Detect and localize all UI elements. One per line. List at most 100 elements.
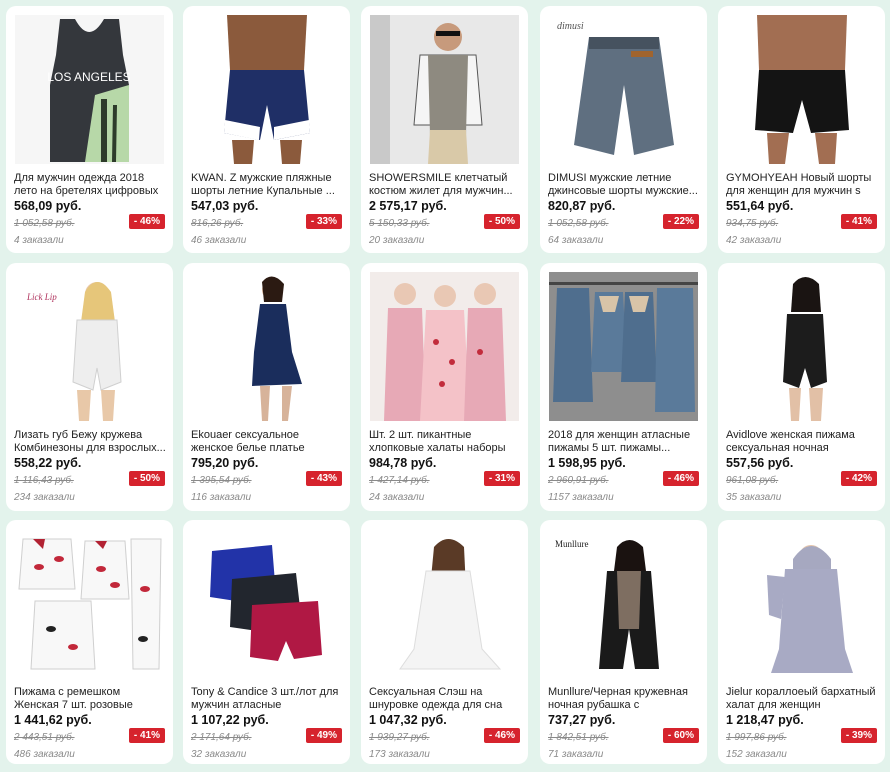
- orders-count: 46 заказали: [191, 235, 247, 246]
- satin-pajama-set-image[interactable]: [549, 272, 698, 421]
- product-title[interactable]: GYMOHYEAH Новый шорты для женщин для муж…: [726, 172, 878, 198]
- old-price: 5 150,33 руб.: [369, 218, 430, 229]
- product-price: 1 218,47 руб.: [726, 713, 804, 727]
- product-title[interactable]: 2018 для женщин атласные пижамы 5 шт. пи…: [548, 429, 700, 455]
- black-shorts-image[interactable]: [727, 15, 876, 164]
- svg-text:dimusi: dimusi: [557, 21, 584, 32]
- discount-badge: - 41%: [128, 728, 165, 743]
- product-title[interactable]: Jielur кораллоеый бархатный халат для же…: [726, 686, 878, 712]
- discount-badge: - 39%: [840, 728, 877, 743]
- old-price: 1 427,14 руб.: [369, 475, 430, 486]
- product-price: 1 047,32 руб.: [369, 713, 447, 727]
- product-card[interactable]: Пижама с ремешком Женская 7 шт. розовые …: [6, 520, 173, 764]
- product-price: 820,87 руб.: [548, 199, 616, 213]
- silk-boxers-image[interactable]: [192, 529, 341, 678]
- product-price: 795,20 руб.: [191, 456, 259, 470]
- orders-count: 20 заказали: [369, 235, 425, 246]
- old-price: 1 395,54 руб.: [191, 475, 252, 486]
- product-title[interactable]: Шт. 2 шт. пикантные хлопковые халаты наб…: [369, 429, 521, 455]
- product-price: 737,27 руб.: [548, 713, 616, 727]
- old-price: 961,08 руб.: [726, 475, 779, 486]
- orders-count: 71 заказали: [548, 749, 604, 760]
- discount-badge: - 46%: [662, 471, 699, 486]
- product-card[interactable]: Tony & Candice 3 шт./лот для мужчин атла…: [183, 520, 350, 764]
- product-title[interactable]: Avidlove женская пижама сексуальная ночн…: [726, 429, 878, 455]
- discount-badge: - 41%: [840, 214, 877, 229]
- old-price: 1 052,58 руб.: [548, 218, 609, 229]
- product-price: 557,56 руб.: [726, 456, 794, 470]
- svg-text:Munllure: Munllure: [555, 539, 589, 549]
- product-card[interactable]: Ekouaer сексуальное женское белье платье…: [183, 263, 350, 511]
- discount-badge: - 46%: [483, 728, 520, 743]
- orders-count: 1157 заказали: [548, 492, 614, 503]
- discount-badge: - 42%: [840, 471, 877, 486]
- white-romper-image[interactable]: Lick Lip: [15, 272, 164, 421]
- orders-count: 64 заказали: [548, 235, 604, 246]
- product-card[interactable]: Шт. 2 шт. пикантные хлопковые халаты наб…: [361, 263, 528, 511]
- product-title[interactable]: Ekouaer сексуальное женское белье платье…: [191, 429, 343, 455]
- product-card[interactable]: Сексуальная Слэш на шнуровке одежда для …: [361, 520, 528, 764]
- product-card[interactable]: Jielur кораллоеый бархатный халат для же…: [718, 520, 885, 764]
- product-title[interactable]: SHOWERSMILE клетчатый костюм жилет для м…: [369, 172, 521, 198]
- lips-pajama-set-image[interactable]: [15, 529, 164, 678]
- product-card[interactable]: SHOWERSMILE клетчатый костюм жилет для м…: [361, 6, 528, 253]
- old-price: 2 443,51 руб.: [14, 732, 75, 743]
- product-price: 1 441,62 руб.: [14, 713, 92, 727]
- product-card[interactable]: dimusi DIMUSI мужские летние джинсовые ш…: [540, 6, 707, 253]
- product-price: 551,64 руб.: [726, 199, 794, 213]
- denim-shorts-image[interactable]: dimusi: [549, 15, 698, 164]
- old-price: 1 842,51 руб.: [548, 732, 609, 743]
- old-price: 1 052,58 руб.: [14, 218, 75, 229]
- product-card[interactable]: Lick Lip Лизать губ Бежу кружева Комбине…: [6, 263, 173, 511]
- orders-count: 42 заказали: [726, 235, 782, 246]
- product-price: 1 107,22 руб.: [191, 713, 269, 727]
- black-satin-romper-image[interactable]: [727, 272, 876, 421]
- pink-robes-image[interactable]: [370, 272, 519, 421]
- white-nightgown-image[interactable]: [370, 529, 519, 678]
- product-card[interactable]: Avidlove женская пижама сексуальная ночн…: [718, 263, 885, 511]
- orders-count: 4 заказали: [14, 235, 64, 246]
- product-price: 2 575,17 руб.: [369, 199, 447, 213]
- product-title[interactable]: Munllure/Черная кружевная ночная рубашка…: [548, 686, 700, 712]
- product-card[interactable]: LOS ANGELES Для мужчин одежда 2018 лето …: [6, 6, 173, 253]
- product-card[interactable]: 2018 для женщин атласные пижамы 5 шт. пи…: [540, 263, 707, 511]
- product-card[interactable]: GYMOHYEAH Новый шорты для женщин для муж…: [718, 6, 885, 253]
- plush-robe-image[interactable]: [727, 529, 876, 678]
- old-price: 1 116,43 руб.: [14, 475, 74, 486]
- orders-count: 24 заказали: [369, 492, 425, 503]
- product-title[interactable]: Для мужчин одежда 2018 лето на бретелях …: [14, 172, 166, 198]
- orders-count: 152 заказали: [726, 749, 787, 760]
- product-title[interactable]: Tony & Candice 3 шт./лот для мужчин атла…: [191, 686, 343, 712]
- product-title[interactable]: Сексуальная Слэш на шнуровке одежда для …: [369, 686, 521, 712]
- product-grid: LOS ANGELES Для мужчин одежда 2018 лето …: [0, 0, 890, 772]
- product-price: 984,78 руб.: [369, 456, 437, 470]
- vest-suit-image[interactable]: [370, 15, 519, 164]
- discount-badge: - 49%: [305, 728, 342, 743]
- product-title[interactable]: KWAN. Z мужские пляжные шорты летние Куп…: [191, 172, 343, 198]
- black-lace-robe-image[interactable]: Munllure: [549, 529, 698, 678]
- svg-text:LOS ANGELES: LOS ANGELES: [47, 70, 130, 84]
- beach-shorts-image[interactable]: [192, 15, 341, 164]
- product-card[interactable]: KWAN. Z мужские пляжные шорты летние Куп…: [183, 6, 350, 253]
- orders-count: 32 заказали: [191, 749, 247, 760]
- svg-text:Lick Lip: Lick Lip: [26, 292, 57, 302]
- orders-count: 116 заказали: [191, 492, 252, 503]
- product-price: 558,22 руб.: [14, 456, 82, 470]
- orders-count: 486 заказали: [14, 749, 75, 760]
- orders-count: 234 заказали: [14, 492, 75, 503]
- navy-nightdress-image[interactable]: [192, 272, 341, 421]
- product-title[interactable]: Лизать губ Бежу кружева Комбинезоны для …: [14, 429, 166, 455]
- discount-badge: - 33%: [305, 214, 342, 229]
- tank-top-image[interactable]: LOS ANGELES: [15, 15, 164, 164]
- old-price: 934,75 руб.: [726, 218, 779, 229]
- product-card[interactable]: Munllure Munllure/Черная кружевная ночна…: [540, 520, 707, 764]
- old-price: 2 171,64 руб.: [191, 732, 252, 743]
- discount-badge: - 50%: [128, 471, 165, 486]
- old-price: 816,26 руб.: [191, 218, 244, 229]
- discount-badge: - 46%: [128, 214, 165, 229]
- product-title[interactable]: DIMUSI мужские летние джинсовые шорты му…: [548, 172, 700, 198]
- discount-badge: - 60%: [662, 728, 699, 743]
- product-title[interactable]: Пижама с ремешком Женская 7 шт. розовые …: [14, 686, 166, 712]
- old-price: 2 960,91 руб.: [548, 475, 609, 486]
- discount-badge: - 43%: [305, 471, 342, 486]
